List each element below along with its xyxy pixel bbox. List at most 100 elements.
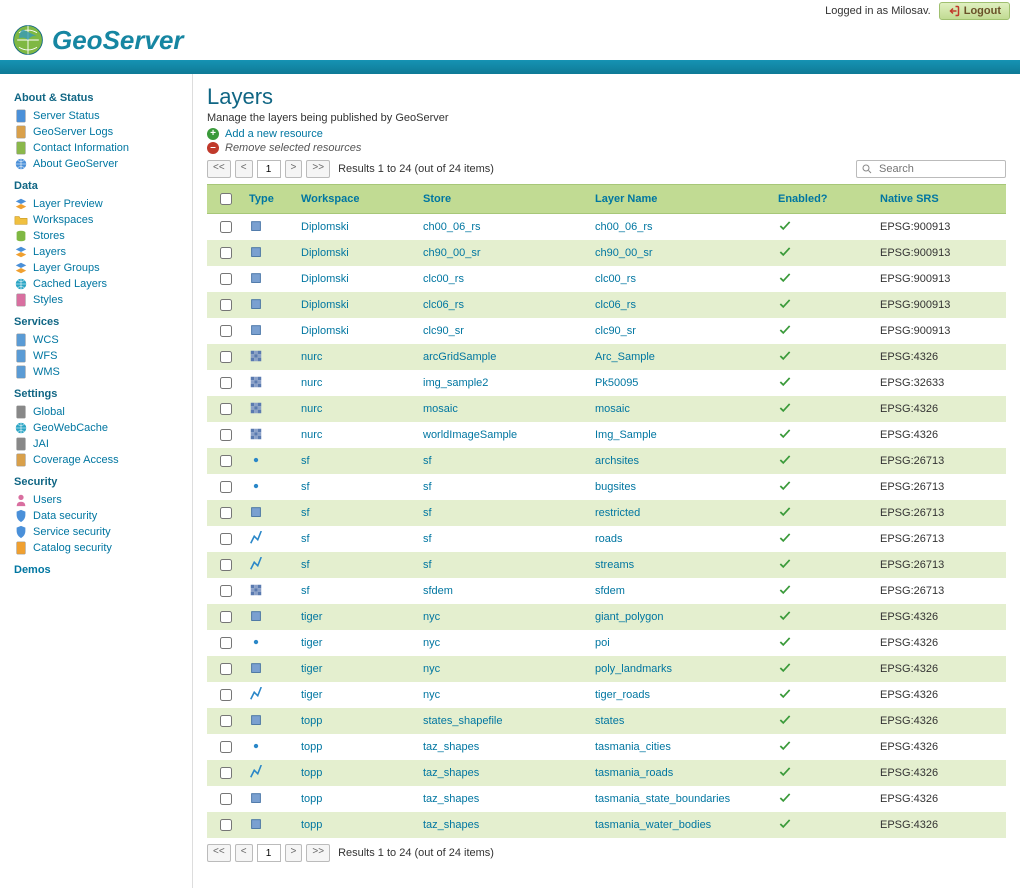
row-checkbox[interactable]: [220, 507, 232, 519]
nav-item[interactable]: Service security: [33, 526, 111, 538]
logo[interactable]: GeoServer: [10, 22, 184, 58]
workspace-link[interactable]: sf: [301, 507, 310, 519]
nav-item[interactable]: About GeoServer: [33, 158, 118, 170]
pager-last[interactable]: >>: [306, 160, 330, 178]
pager-next-bottom[interactable]: >: [285, 844, 303, 862]
store-link[interactable]: sf: [423, 507, 432, 519]
row-checkbox[interactable]: [220, 351, 232, 363]
nav-item[interactable]: Server Status: [33, 110, 100, 122]
header-workspace[interactable]: Workspace: [301, 193, 360, 205]
row-checkbox[interactable]: [220, 455, 232, 467]
header-layer[interactable]: Layer Name: [595, 193, 657, 205]
sidebar-item[interactable]: Cached Layers: [14, 276, 184, 292]
sidebar-item[interactable]: Service security: [14, 524, 184, 540]
workspace-link[interactable]: sf: [301, 585, 310, 597]
layer-link[interactable]: streams: [595, 559, 634, 571]
sidebar-item[interactable]: Coverage Access: [14, 452, 184, 468]
workspace-link[interactable]: Diplomski: [301, 273, 349, 285]
row-checkbox[interactable]: [220, 325, 232, 337]
row-checkbox[interactable]: [220, 533, 232, 545]
layer-link[interactable]: Arc_Sample: [595, 351, 655, 363]
row-checkbox[interactable]: [220, 429, 232, 441]
layer-link[interactable]: roads: [595, 533, 623, 545]
workspace-link[interactable]: Diplomski: [301, 325, 349, 337]
add-resource-link[interactable]: Add a new resource: [225, 128, 323, 140]
row-checkbox[interactable]: [220, 221, 232, 233]
store-link[interactable]: arcGridSample: [423, 351, 496, 363]
nav-item[interactable]: WCS: [33, 334, 59, 346]
row-checkbox[interactable]: [220, 273, 232, 285]
sidebar-item[interactable]: About GeoServer: [14, 156, 184, 172]
nav-item[interactable]: Layers: [33, 246, 66, 258]
workspace-link[interactable]: nurc: [301, 429, 322, 441]
layer-link[interactable]: tasmania_water_bodies: [595, 819, 711, 831]
sidebar-item[interactable]: Stores: [14, 228, 184, 244]
layer-link[interactable]: poly_landmarks: [595, 663, 672, 675]
sidebar-item[interactable]: Catalog security: [14, 540, 184, 556]
row-checkbox[interactable]: [220, 663, 232, 675]
store-link[interactable]: sf: [423, 455, 432, 467]
layer-link[interactable]: ch90_00_sr: [595, 247, 653, 259]
select-all-checkbox[interactable]: [220, 193, 232, 205]
sidebar-item[interactable]: Global: [14, 404, 184, 420]
nav-item[interactable]: Data security: [33, 510, 97, 522]
workspace-link[interactable]: nurc: [301, 403, 322, 415]
workspace-link[interactable]: Diplomski: [301, 221, 349, 233]
sidebar-item[interactable]: Contact Information: [14, 140, 184, 156]
nav-item[interactable]: Cached Layers: [33, 278, 107, 290]
workspace-link[interactable]: tiger: [301, 689, 322, 701]
layer-link[interactable]: clc00_rs: [595, 273, 636, 285]
nav-item[interactable]: Layer Preview: [33, 198, 103, 210]
store-link[interactable]: nyc: [423, 611, 440, 623]
search-box[interactable]: [856, 160, 1006, 178]
store-link[interactable]: sfdem: [423, 585, 453, 597]
sidebar-item[interactable]: Styles: [14, 292, 184, 308]
logout-button[interactable]: Logout: [939, 2, 1010, 20]
workspace-link[interactable]: topp: [301, 767, 322, 779]
sidebar-item[interactable]: WFS: [14, 348, 184, 364]
layer-link[interactable]: archsites: [595, 455, 639, 467]
header-type[interactable]: Type: [249, 193, 274, 205]
nav-item[interactable]: WMS: [33, 366, 60, 378]
store-link[interactable]: nyc: [423, 637, 440, 649]
row-checkbox[interactable]: [220, 247, 232, 259]
store-link[interactable]: sf: [423, 559, 432, 571]
sidebar-item[interactable]: WCS: [14, 332, 184, 348]
header-enabled[interactable]: Enabled?: [778, 193, 828, 205]
nav-item[interactable]: JAI: [33, 438, 49, 450]
row-checkbox[interactable]: [220, 403, 232, 415]
row-checkbox[interactable]: [220, 585, 232, 597]
store-link[interactable]: sf: [423, 533, 432, 545]
store-link[interactable]: taz_shapes: [423, 767, 479, 779]
store-link[interactable]: taz_shapes: [423, 819, 479, 831]
row-checkbox[interactable]: [220, 689, 232, 701]
sidebar-item[interactable]: Server Status: [14, 108, 184, 124]
nav-item[interactable]: Catalog security: [33, 542, 112, 554]
pager-last-bottom[interactable]: >>: [306, 844, 330, 862]
row-checkbox[interactable]: [220, 559, 232, 571]
workspace-link[interactable]: topp: [301, 741, 322, 753]
layer-link[interactable]: states: [595, 715, 624, 727]
layer-link[interactable]: Img_Sample: [595, 429, 657, 441]
row-checkbox[interactable]: [220, 299, 232, 311]
layer-link[interactable]: ch00_06_rs: [595, 221, 653, 233]
store-link[interactable]: taz_shapes: [423, 793, 479, 805]
layer-link[interactable]: giant_polygon: [595, 611, 664, 623]
workspace-link[interactable]: nurc: [301, 351, 322, 363]
layer-link[interactable]: tiger_roads: [595, 689, 650, 701]
nav-item[interactable]: GeoServer Logs: [33, 126, 113, 138]
store-link[interactable]: nyc: [423, 663, 440, 675]
workspace-link[interactable]: tiger: [301, 637, 322, 649]
store-link[interactable]: mosaic: [423, 403, 458, 415]
workspace-link[interactable]: sf: [301, 481, 310, 493]
workspace-link[interactable]: topp: [301, 793, 322, 805]
row-checkbox[interactable]: [220, 377, 232, 389]
store-link[interactable]: clc90_sr: [423, 325, 464, 337]
row-checkbox[interactable]: [220, 741, 232, 753]
pager-prev[interactable]: <: [235, 160, 253, 178]
header-srs[interactable]: Native SRS: [880, 193, 939, 205]
nav-item[interactable]: GeoWebCache: [33, 422, 108, 434]
sidebar-item[interactable]: Layers: [14, 244, 184, 260]
nav-item[interactable]: Coverage Access: [33, 454, 119, 466]
layer-link[interactable]: Pk50095: [595, 377, 638, 389]
